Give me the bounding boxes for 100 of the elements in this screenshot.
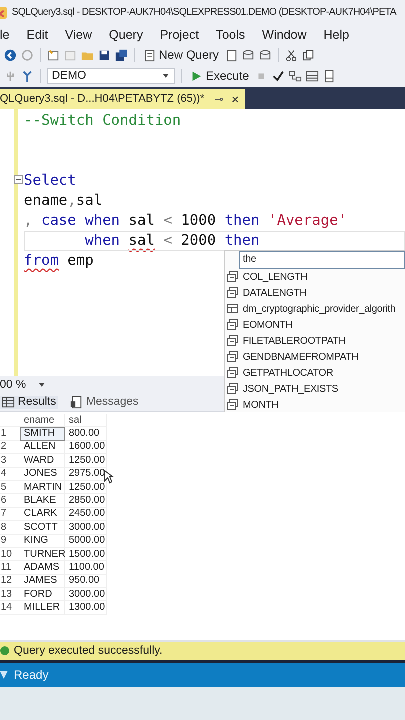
window-title: SQLQuery3.sql - DESKTOP-AUK7H04\SQLEXPRESS01.DEMO (DESKTOP-AUK7H04\PETA (12, 7, 396, 18)
row-number: 10 (0, 548, 20, 562)
function-icon (227, 319, 239, 331)
code-line: , case when sal < 1000 then 'Average' (24, 212, 348, 231)
column-header[interactable]: sal (65, 414, 107, 428)
autocomplete-item[interactable]: COL_LENGTH (225, 269, 405, 285)
row-number: 9 (0, 534, 20, 548)
execute-button[interactable]: Execute (188, 69, 252, 83)
autocomplete-item[interactable]: EOMONTH (225, 317, 405, 333)
zoom-dropdown[interactable]: 00 % (0, 378, 50, 390)
table-cell: 1500.00 (65, 548, 107, 562)
autocomplete-item[interactable]: DATALENGTH (225, 285, 405, 301)
file-icon[interactable] (323, 70, 336, 82)
table-cell: TURNER (20, 548, 65, 562)
autocomplete-item[interactable]: GETPATHLOCATOR (225, 365, 405, 381)
row-number: 6 (0, 494, 20, 508)
table-cell: CLARK (20, 508, 65, 522)
autocomplete-item[interactable]: MONTH (225, 397, 405, 413)
plan-icon[interactable] (289, 70, 302, 82)
table-icon (227, 303, 239, 315)
row-number: 2 (0, 440, 20, 454)
code-line: Select (24, 172, 76, 191)
row-number: 3 (0, 454, 20, 468)
results-tab[interactable]: Results (0, 396, 58, 408)
database-query-icon[interactable] (242, 48, 256, 62)
table-cell: JAMES (20, 574, 65, 588)
back-icon[interactable] (4, 48, 17, 62)
success-icon (0, 646, 10, 656)
code-line: --Switch Condition (24, 112, 182, 131)
query-icon[interactable] (225, 48, 238, 62)
collapse-icon[interactable] (14, 175, 23, 184)
function-icon (227, 271, 239, 283)
save-icon[interactable] (98, 48, 111, 62)
table-cell: 1300.00 (65, 601, 107, 615)
function-icon (227, 335, 239, 347)
table-cell: 1250.00 (65, 480, 107, 494)
new-project-icon[interactable] (47, 48, 60, 62)
grid-icon[interactable] (306, 70, 320, 82)
table-cell: MARTIN (20, 480, 65, 494)
menu-item[interactable]: Project (160, 28, 200, 42)
autocomplete-item[interactable]: FILETABLEROOTPATH (225, 333, 405, 349)
row-number: 8 (0, 521, 20, 535)
table-cell: 1600.00 (65, 440, 107, 454)
autocomplete-item[interactable]: dm_cryptographic_provider_algorith (225, 301, 405, 317)
table-cell: 2450.00 (65, 508, 107, 522)
menu-item[interactable]: Tools (216, 28, 246, 42)
menu-item[interactable]: Edit (26, 28, 48, 42)
function-icon (227, 287, 239, 299)
mouse-cursor-icon (104, 470, 114, 484)
table-cell: FORD (20, 588, 65, 602)
autocomplete-item[interactable]: GENDBNAMEFROMPATH (225, 349, 405, 365)
row-number: 14 (0, 601, 20, 615)
message-icon (70, 396, 84, 408)
table-cell: 5000.00 (65, 534, 107, 548)
status-icon (0, 670, 8, 680)
play-icon (190, 70, 203, 82)
copy-icon[interactable] (302, 48, 316, 62)
function-icon (227, 367, 239, 379)
row-number: 4 (0, 468, 20, 481)
caret-icon (162, 72, 170, 80)
table-cell: MILLER (20, 601, 65, 615)
new-query-button[interactable]: New Query (141, 48, 222, 62)
table-cell: BLAKE (20, 494, 65, 508)
row-number: 5 (0, 480, 20, 494)
save-all-icon[interactable] (115, 48, 128, 62)
table-cell: 3000.00 (65, 521, 107, 535)
checkmark-icon[interactable] (272, 70, 286, 82)
database-query-icon[interactable] (259, 48, 272, 62)
table-cell: JONES (20, 468, 65, 481)
menu-item[interactable]: le (0, 28, 10, 42)
table-cell: KING (20, 534, 65, 548)
function-icon (227, 383, 239, 395)
autocomplete-item[interactable]: JSON_PATH_EXISTS (225, 381, 405, 397)
cut-icon[interactable] (285, 48, 298, 62)
caret-icon (38, 380, 46, 388)
function-icon (227, 351, 239, 363)
results-tab[interactable]: Messages (68, 396, 141, 408)
menu-item[interactable]: Help (324, 28, 350, 42)
menu-item[interactable]: View (65, 28, 92, 42)
row-number: 7 (0, 508, 20, 522)
table-cell: 2850.00 (65, 494, 107, 508)
code-line: ename,sal (24, 192, 103, 211)
row-number: 12 (0, 574, 20, 588)
document-tab[interactable]: QLQuery3.sql - D...H04\PETABYTZ (65))* ⊸ × (0, 89, 246, 109)
table-cell: 3000.00 (65, 588, 107, 602)
autocomplete-input[interactable]: the (239, 251, 405, 269)
table-cell: 950.00 (65, 574, 107, 588)
menu-item[interactable]: Query (109, 28, 144, 42)
table-cell: SCOTT (20, 521, 65, 535)
menu-item[interactable]: Window (262, 28, 307, 42)
database-dropdown[interactable]: DEMO (47, 68, 175, 84)
table-cell: 800.00 (65, 427, 107, 441)
code-line: from emp (24, 252, 94, 271)
network-icon[interactable] (21, 70, 34, 82)
table-cell: 1250.00 (65, 454, 107, 468)
row-number: 11 (0, 561, 20, 575)
table-cell: WARD (20, 454, 65, 468)
table-cell: ALLEN (20, 440, 65, 454)
document-icon (143, 48, 156, 62)
table-cell: SMITH (20, 427, 65, 441)
